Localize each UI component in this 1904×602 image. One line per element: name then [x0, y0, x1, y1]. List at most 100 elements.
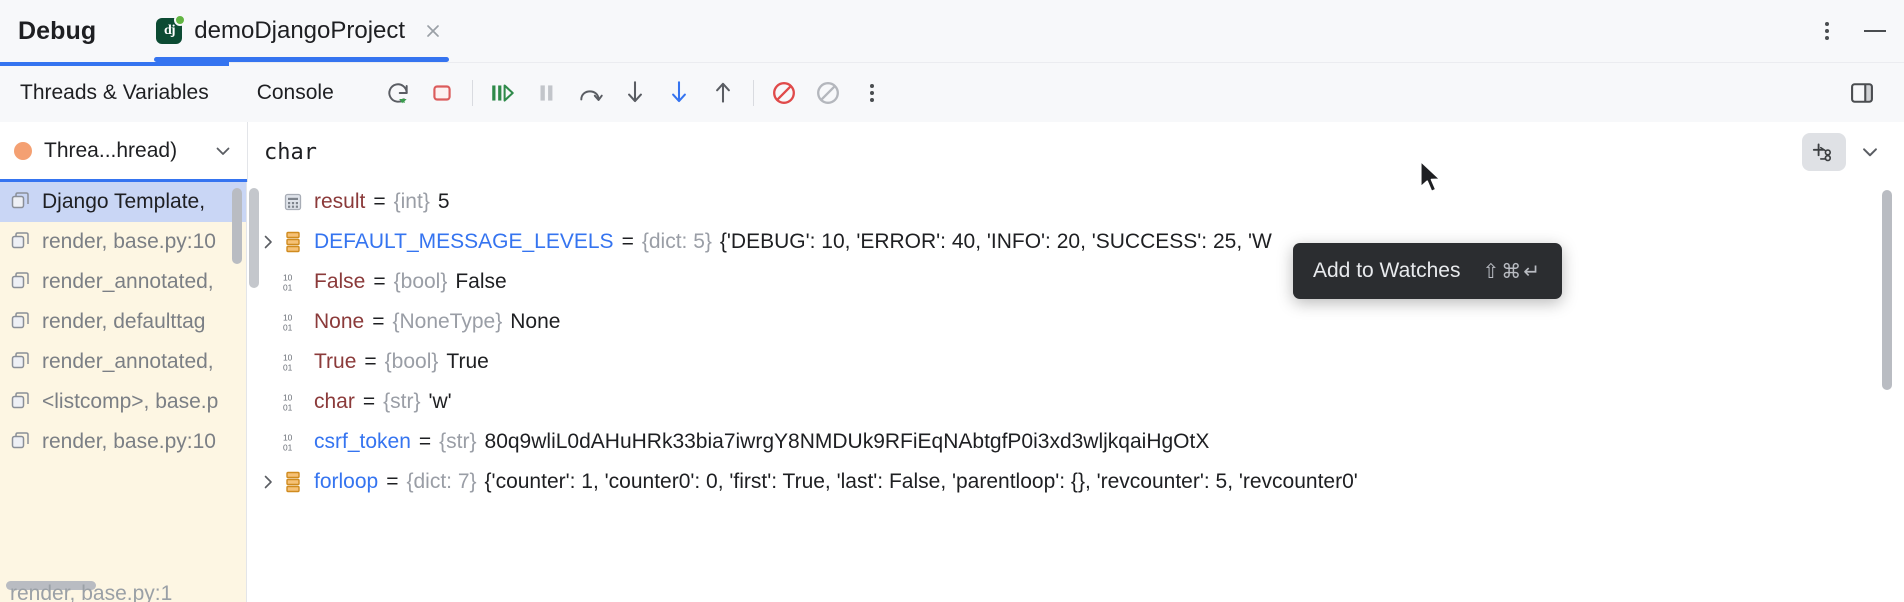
dict-icon: [281, 230, 305, 254]
frame-label: render, base.py:10: [42, 230, 216, 253]
frame-list-item[interactable]: Django Template,: [0, 182, 246, 222]
variables-left-scrollbar[interactable]: [249, 188, 259, 288]
variable-name: True: [314, 350, 357, 373]
tab-strip: dj demoDjangoProject: [154, 0, 450, 62]
frame-list-item[interactable]: <listcomp>, base.p: [0, 382, 246, 422]
tooltip-text: Add to Watches: [1313, 259, 1461, 282]
variable-equals: =: [418, 430, 432, 453]
view-breakpoints-icon[interactable]: [806, 71, 850, 115]
close-icon[interactable]: [421, 19, 445, 43]
frame-list-item[interactable]: render_annotated,: [0, 262, 246, 302]
variables-list: result = {int} 5 DEFAULT_MESSAGE_LEVELS = {dic…: [247, 182, 1904, 502]
variable-equals: =: [364, 350, 377, 373]
variable-row[interactable]: 10 01 csrf_token = {str} 80q9wliL0dAHuHRk33bi…: [247, 422, 1904, 462]
variable-value: {'DEBUG': 10, 'ERROR': 40, 'INFO': 20, '…: [719, 230, 1272, 253]
step-into-icon[interactable]: [613, 71, 657, 115]
add-to-watches-button[interactable]: [1802, 133, 1846, 171]
frame-icon: [10, 191, 32, 213]
variable-value: 5: [437, 190, 450, 213]
toolbar-divider: [471, 79, 473, 106]
frame-list-item[interactable]: render, base.py:10: [0, 222, 246, 262]
variable-value: True: [446, 350, 489, 373]
pause-icon[interactable]: [525, 71, 569, 115]
variable-row[interactable]: 10 01 None = {NoneType} None: [247, 302, 1904, 342]
svg-text:A: A: [400, 97, 405, 104]
svg-text:01: 01: [283, 323, 293, 333]
frame-list-item[interactable]: render_annotated,: [0, 342, 246, 382]
svg-text:10: 10: [283, 393, 293, 403]
thread-selector-label: Threa...hread): [44, 138, 178, 162]
step-out-icon[interactable]: [701, 71, 745, 115]
svg-text:10: 10: [283, 273, 293, 283]
frame-label: render_annotated,: [42, 270, 214, 293]
svg-text:01: 01: [283, 363, 293, 373]
bool-icon: 10 01: [281, 430, 305, 454]
svg-text:10: 10: [283, 353, 293, 363]
variable-row[interactable]: forloop = {dict: 7} {'counter': 1, 'counter…: [247, 462, 1904, 502]
django-icon: dj: [156, 14, 187, 44]
resume-icon[interactable]: [481, 71, 525, 115]
dict-icon: [281, 470, 305, 494]
tab-console-label: Console: [256, 80, 334, 104]
svg-text:01: 01: [283, 403, 293, 413]
variable-row[interactable]: result = {int} 5: [247, 182, 1904, 222]
frame-label: render_annotated,: [42, 350, 214, 373]
tab-threads-and-variables[interactable]: Threads & Variables: [0, 61, 229, 123]
step-over-icon[interactable]: [569, 71, 613, 115]
frame-list-item[interactable]: render, base.py:10: [0, 422, 246, 462]
force-step-into-icon[interactable]: [657, 71, 701, 115]
window-header: Debug dj demoDjangoProject: [0, 0, 1904, 62]
tab-active-indicator: [0, 61, 229, 66]
svg-text:01: 01: [283, 443, 293, 453]
bool-icon: 10 01: [281, 390, 305, 414]
frame-label: render, base.py:10: [42, 430, 216, 453]
variable-equals: =: [386, 470, 399, 493]
thread-selector[interactable]: Threa...hread): [0, 122, 247, 182]
variable-equals: =: [621, 230, 634, 253]
debug-body: Django Template, render, base.py:10 render…: [0, 182, 1904, 602]
search-actions: [1802, 133, 1890, 171]
search-input[interactable]: [264, 139, 1164, 165]
variables-panel[interactable]: result = {int} 5 DEFAULT_MESSAGE_LEVELS = {dic…: [247, 182, 1904, 602]
mute-breakpoints-icon[interactable]: [762, 71, 806, 115]
tab-demo-django-project[interactable]: dj demoDjangoProject: [154, 0, 450, 62]
svg-text:10: 10: [283, 313, 293, 323]
variable-value: False: [455, 270, 507, 293]
add-to-watches-tooltip: Add to Watches ⇧⌘↵: [1293, 243, 1562, 299]
frame-icon: [10, 431, 32, 453]
frames-and-filter-row: Threa...hread): [0, 122, 1904, 182]
rerun-icon[interactable]: A: [376, 71, 420, 115]
header-actions: [1812, 0, 1890, 62]
expand-chevron-icon[interactable]: [255, 473, 281, 491]
variable-row[interactable]: 10 01 True = {bool} True: [247, 342, 1904, 382]
chevron-down-icon[interactable]: [211, 139, 235, 163]
toolbar-more-options-icon[interactable]: [850, 71, 894, 115]
frame-icon: [10, 271, 32, 293]
more-options-icon[interactable]: [1812, 16, 1842, 46]
minimize-icon[interactable]: [1860, 16, 1890, 46]
variable-name: None: [314, 310, 365, 333]
tab-threads-and-variables-label: Threads & Variables: [20, 80, 209, 104]
bool-icon: 10 01: [281, 350, 305, 374]
variable-row[interactable]: 10 01 False = {bool} False: [247, 262, 1904, 302]
variable-type: {dict: 5}: [641, 230, 712, 253]
search-options-chevron-icon[interactable]: [1850, 133, 1890, 171]
variable-name: char: [314, 390, 355, 413]
stop-icon[interactable]: [420, 71, 464, 115]
frame-icon: [10, 351, 32, 373]
tab-console[interactable]: Console: [255, 63, 336, 123]
django-icon-text: dj: [164, 23, 175, 38]
variable-name: False: [314, 270, 366, 293]
variable-equals: =: [373, 270, 386, 293]
int-icon: [281, 190, 305, 214]
frame-list-item[interactable]: render, defaulttag: [0, 302, 246, 342]
frames-vertical-scrollbar[interactable]: [232, 188, 242, 264]
layout-settings-icon[interactable]: [1840, 71, 1884, 115]
variable-row[interactable]: 10 01 char = {str} 'w': [247, 382, 1904, 422]
variable-value: 80q9wliL0dAHuHRk33bia7iwrgY8NMDUk9RFiEqN…: [484, 430, 1210, 453]
variables-vertical-scrollbar[interactable]: [1882, 190, 1892, 390]
variable-row[interactable]: DEFAULT_MESSAGE_LEVELS = {dict: 5} {'DEBUG'…: [247, 222, 1904, 262]
frames-panel[interactable]: Django Template, render, base.py:10 render…: [0, 182, 247, 602]
frame-list-item-partial[interactable]: render, base.py:1: [10, 582, 240, 602]
running-status-dot: [174, 14, 187, 26]
